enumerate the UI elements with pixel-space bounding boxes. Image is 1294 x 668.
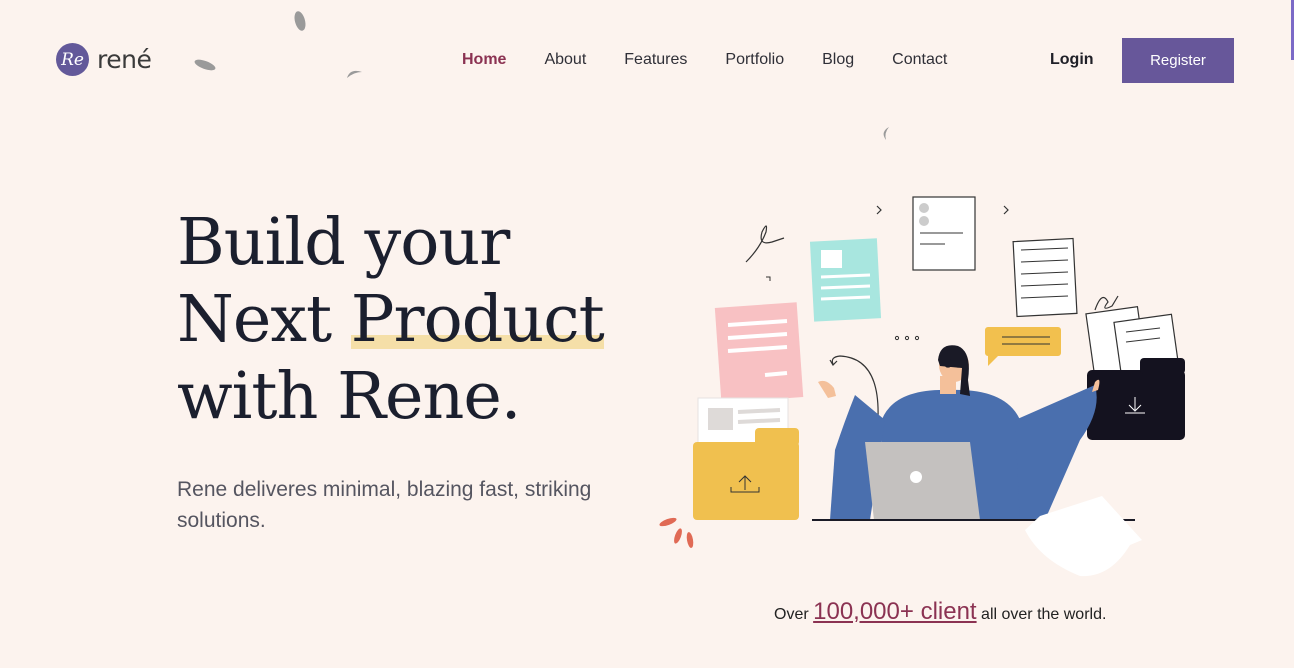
- landing-page: Re rené Home About Features Portfolio Bl…: [0, 0, 1294, 668]
- main-nav: Home About Features Portfolio Blog Conta…: [462, 50, 985, 70]
- nav-item-contact[interactable]: Contact: [892, 50, 947, 70]
- headline-line-2: Next Product: [177, 281, 657, 358]
- brand-logo[interactable]: Re rené: [56, 43, 152, 76]
- logo-mark-icon: Re: [56, 43, 89, 76]
- login-link[interactable]: Login: [1050, 50, 1094, 70]
- nav-item-features[interactable]: Features: [624, 50, 687, 70]
- headline-line-2-prefix: Next: [177, 282, 351, 357]
- nav-item-blog[interactable]: Blog: [822, 50, 854, 70]
- clients-suffix: all over the world.: [976, 606, 1107, 623]
- headline-line-1: Build your: [177, 205, 510, 280]
- register-button[interactable]: Register: [1122, 38, 1234, 83]
- hero-headline: Build your Next Product with Rene.: [177, 204, 657, 435]
- clients-tagline: Over 100,000+ client all over the world.: [774, 598, 1106, 626]
- nav-item-home[interactable]: Home: [462, 50, 506, 70]
- person-at-laptop-illustration: [659, 196, 1185, 577]
- clients-prefix: Over: [774, 606, 814, 623]
- clients-count-link[interactable]: 100,000+ client: [813, 598, 976, 625]
- brand-name: rené: [97, 45, 152, 74]
- nav-item-about[interactable]: About: [544, 50, 586, 70]
- hero-subtitle: Rene deliveres minimal, blazing fast, st…: [177, 478, 592, 532]
- headline-line-3: with Rene.: [177, 359, 521, 434]
- headline-highlight: Product: [350, 282, 605, 357]
- nav-item-portfolio[interactable]: Portfolio: [725, 50, 784, 70]
